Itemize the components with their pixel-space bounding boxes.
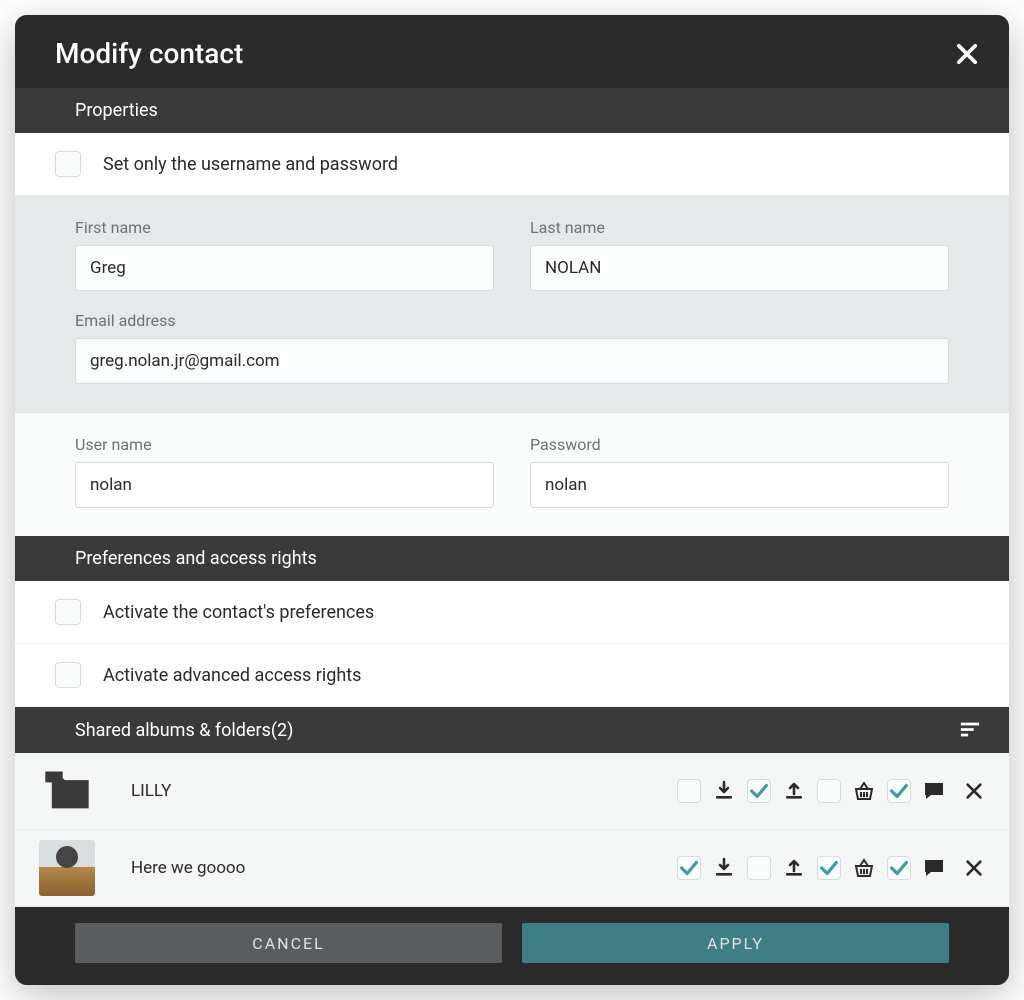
- label-only-username: Set only the username and password: [103, 154, 398, 175]
- apply-button[interactable]: APPLY: [522, 923, 949, 963]
- checkbox-activate-advanced[interactable]: [55, 662, 81, 688]
- cancel-button[interactable]: CANCEL: [75, 923, 502, 963]
- folder-icon: [39, 763, 95, 819]
- perm-checkbox[interactable]: [677, 856, 701, 880]
- download-icon: [711, 855, 737, 881]
- email-label: Email address: [75, 311, 949, 330]
- section-properties-title: Properties: [75, 100, 158, 121]
- perm-checkbox[interactable]: [817, 779, 841, 803]
- checkbox-activate-prefs[interactable]: [55, 599, 81, 625]
- share-permissions: [677, 855, 985, 881]
- label-activate-prefs: Activate the contact's preferences: [103, 602, 374, 623]
- perm-checkbox[interactable]: [747, 779, 771, 803]
- basket-icon: [851, 778, 877, 804]
- section-prefs-title: Preferences and access rights: [75, 548, 317, 569]
- password-input[interactable]: [530, 462, 949, 508]
- remove-share-icon[interactable]: [963, 780, 985, 802]
- password-label: Password: [530, 435, 949, 454]
- row-activate-prefs: Activate the contact's preferences: [15, 581, 1009, 644]
- close-icon[interactable]: [953, 40, 981, 68]
- share-item-name: Here we goooo: [113, 858, 659, 878]
- share-row: LILLY: [15, 753, 1009, 830]
- credentials-panel: User name Password: [15, 413, 1009, 536]
- share-row: Here we goooo: [15, 830, 1009, 907]
- last-name-label: Last name: [530, 218, 949, 237]
- section-properties-header: Properties: [15, 88, 1009, 133]
- upload-icon: [781, 855, 807, 881]
- download-icon: [711, 778, 737, 804]
- section-prefs-header: Preferences and access rights: [15, 536, 1009, 581]
- basket-icon: [851, 855, 877, 881]
- dialog-footer: CANCEL APPLY: [15, 907, 1009, 985]
- perm-checkbox[interactable]: [887, 856, 911, 880]
- section-shared-title: Shared albums & folders(2): [75, 720, 293, 741]
- share-item-name: LILLY: [113, 781, 659, 801]
- name-email-panel: First name Last name Email address: [15, 196, 1009, 413]
- checkbox-only-username[interactable]: [55, 151, 81, 177]
- remove-share-icon[interactable]: [963, 857, 985, 879]
- perm-checkbox[interactable]: [677, 779, 701, 803]
- modify-contact-dialog: Modify contact Properties Set only the u…: [15, 15, 1009, 985]
- label-activate-advanced: Activate advanced access rights: [103, 665, 361, 686]
- perm-checkbox[interactable]: [817, 856, 841, 880]
- dialog-title: Modify contact: [55, 37, 243, 70]
- dialog-header: Modify contact: [15, 15, 1009, 88]
- username-label: User name: [75, 435, 494, 454]
- comment-icon: [921, 855, 947, 881]
- perm-checkbox[interactable]: [747, 856, 771, 880]
- first-name-label: First name: [75, 218, 494, 237]
- section-shared-header: Shared albums & folders(2): [15, 707, 1009, 753]
- username-input[interactable]: [75, 462, 494, 508]
- row-activate-advanced: Activate advanced access rights: [15, 644, 1009, 707]
- email-input[interactable]: [75, 338, 949, 384]
- last-name-input[interactable]: [530, 245, 949, 291]
- sort-icon[interactable]: [959, 719, 981, 741]
- share-list: LILLY Here we goooo: [15, 753, 1009, 907]
- photo-thumbnail: [39, 840, 95, 896]
- comment-icon: [921, 778, 947, 804]
- row-only-username: Set only the username and password: [15, 133, 1009, 196]
- perm-checkbox[interactable]: [887, 779, 911, 803]
- upload-icon: [781, 778, 807, 804]
- share-permissions: [677, 778, 985, 804]
- first-name-input[interactable]: [75, 245, 494, 291]
